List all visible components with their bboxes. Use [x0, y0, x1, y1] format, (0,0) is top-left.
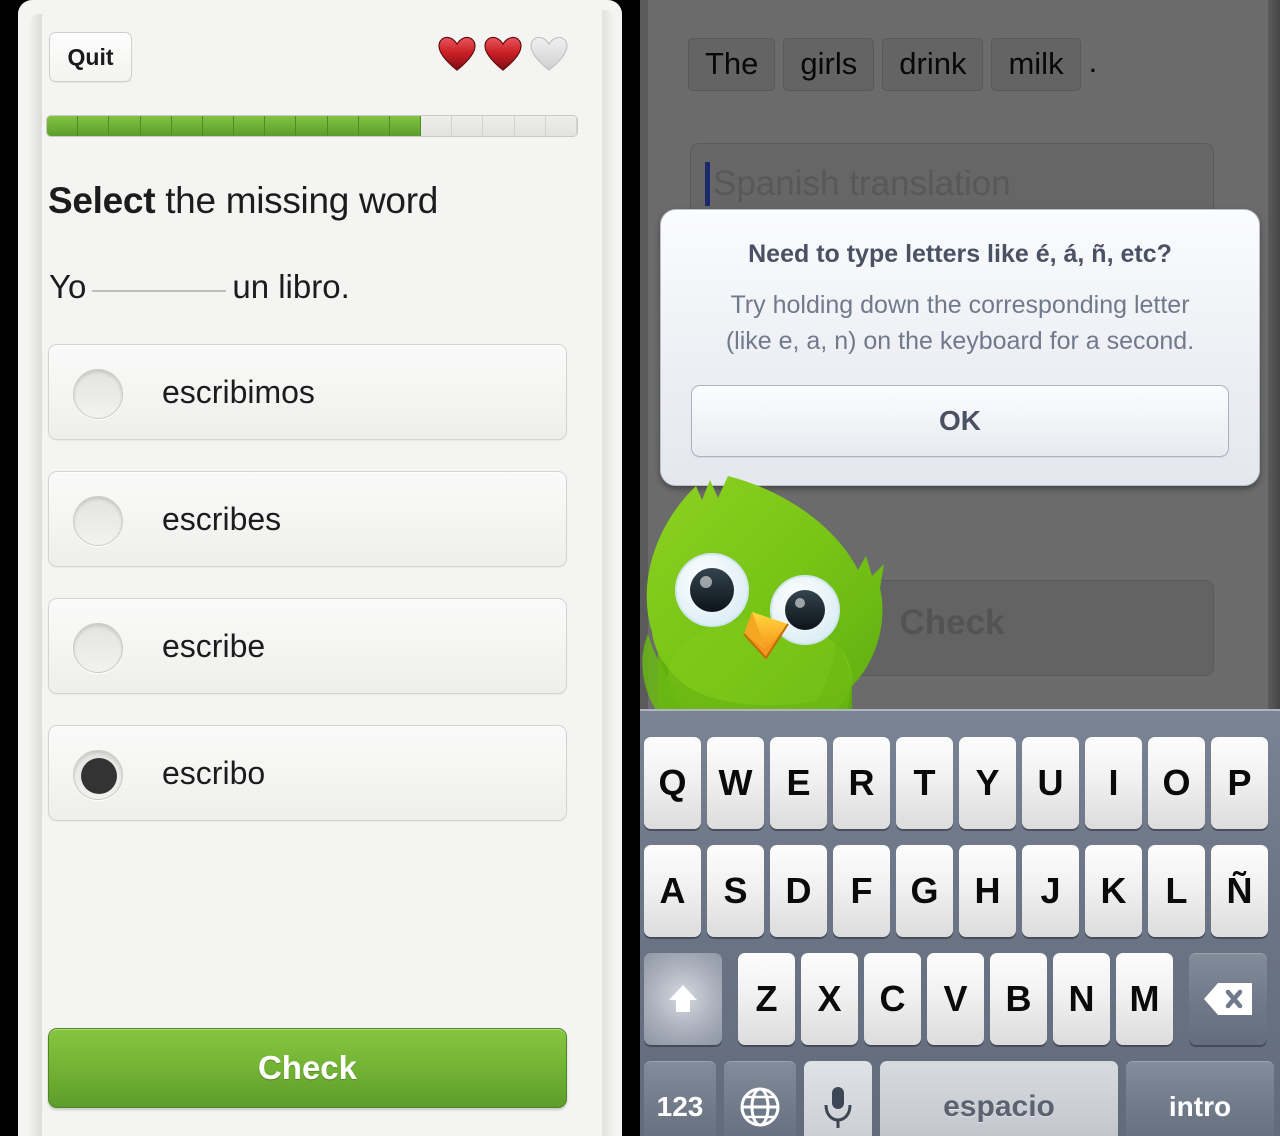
popup-bubble: Need to type letters like é, á, ñ, etc? … — [660, 209, 1260, 486]
answer-option-label: escribo — [162, 755, 266, 791]
right-translation-panel: The girls drink milk. Spanish translation C… — [640, 0, 1280, 1136]
answer-option[interactable]: escribo — [48, 725, 567, 821]
prompt-bold-word: Select — [48, 180, 156, 221]
progress-segment — [47, 116, 79, 136]
answer-options-list: escribimos escribes escribe escribo — [48, 344, 567, 852]
progress-segment — [78, 116, 110, 136]
key-O[interactable]: O — [1148, 737, 1205, 829]
left-exercise-panel: Quit Select the missing word Yo un libro… — [0, 0, 640, 1136]
exercise-card: Quit Select the missing word Yo un libro… — [18, 0, 622, 1136]
accent-help-popup: Need to type letters like é, á, ñ, etc? … — [660, 209, 1260, 486]
key-X[interactable]: X — [801, 953, 858, 1045]
keyboard-row-3: ZXCVBNM — [644, 953, 1267, 1045]
blank-underline — [92, 268, 227, 292]
progress-segment — [389, 116, 422, 136]
radio-button[interactable] — [73, 623, 123, 673]
answer-option-label: escribes — [162, 501, 282, 537]
key-Ñ[interactable]: Ñ — [1211, 845, 1268, 937]
progress-segment — [202, 116, 235, 136]
fill-in-sentence: Yo un libro. — [49, 268, 350, 306]
progress-segment — [296, 116, 328, 136]
answer-option-label: escribe — [162, 628, 266, 664]
progress-segment — [265, 116, 297, 136]
keyboard-row-1: QWERTYUIOP — [644, 737, 1274, 829]
popup-ok-button[interactable]: OK — [691, 385, 1229, 457]
globe-icon[interactable] — [724, 1061, 796, 1136]
progress-segment — [140, 116, 172, 136]
progress-segment — [514, 116, 546, 136]
radio-button[interactable] — [73, 369, 123, 419]
heart-icon-filled — [438, 36, 476, 71]
keyboard-row-2: ASDFGHJKLÑ — [644, 845, 1274, 937]
key-W[interactable]: W — [707, 737, 764, 829]
answer-option-label: escribimos — [162, 374, 315, 410]
popup-title: Need to type letters like é, á, ñ, etc? — [748, 240, 1172, 268]
duolingo-owl-mascot — [642, 476, 884, 712]
key-T[interactable]: T — [896, 737, 953, 829]
sentence-after-blank: un libro. — [232, 268, 350, 305]
key-Y[interactable]: Y — [959, 737, 1016, 829]
key-G[interactable]: G — [896, 845, 953, 937]
progress-segment — [421, 116, 453, 136]
key-K[interactable]: K — [1085, 845, 1142, 937]
key-P[interactable]: P — [1211, 737, 1268, 829]
shift-arrow-icon[interactable] — [644, 953, 722, 1045]
numeric-keyboard-button[interactable]: 123 — [644, 1061, 716, 1136]
check-button[interactable]: Check — [48, 1028, 567, 1108]
popup-body-line2: (like e, a, n) on the keyboard for a sec… — [725, 327, 1195, 355]
key-M[interactable]: M — [1116, 953, 1173, 1045]
key-J[interactable]: J — [1022, 845, 1079, 937]
key-C[interactable]: C — [864, 953, 921, 1045]
answer-option[interactable]: escribimos — [48, 344, 567, 440]
popup-body: Try holding down the corresponding lette… — [691, 287, 1229, 359]
key-D[interactable]: D — [770, 845, 827, 937]
heart-icon-filled — [484, 36, 522, 71]
keyboard-top-divider — [640, 709, 1280, 711]
key-S[interactable]: S — [707, 845, 764, 937]
key-H[interactable]: H — [959, 845, 1016, 937]
key-F[interactable]: F — [833, 845, 890, 937]
quit-button[interactable]: Quit — [49, 32, 132, 82]
card-right-edge — [602, 10, 616, 1136]
hearts-indicator — [438, 36, 568, 72]
key-E[interactable]: E — [770, 737, 827, 829]
popup-body-line1: Try holding down the corresponding lette… — [730, 291, 1190, 319]
enter-key[interactable]: intro — [1126, 1061, 1274, 1136]
progress-segment — [358, 116, 390, 136]
radio-button[interactable] — [73, 496, 123, 546]
key-Z[interactable]: Z — [738, 953, 795, 1045]
progress-segment — [109, 116, 141, 136]
microphone-icon[interactable] — [804, 1061, 872, 1136]
app-screenshot: Quit Select the missing word Yo un libro… — [0, 0, 1280, 1136]
radio-dot — [81, 758, 117, 794]
key-B[interactable]: B — [990, 953, 1047, 1045]
answer-option[interactable]: escribe — [48, 598, 567, 694]
keyboard-row-4: 123 espacio intro — [644, 1061, 1274, 1136]
key-I[interactable]: I — [1085, 737, 1142, 829]
radio-button[interactable] — [73, 750, 123, 800]
answer-option[interactable]: escribes — [48, 471, 567, 567]
key-V[interactable]: V — [927, 953, 984, 1045]
key-Q[interactable]: Q — [644, 737, 701, 829]
progress-segment — [483, 116, 515, 136]
sentence-before-blank: Yo — [49, 268, 87, 305]
card-left-edge — [28, 14, 42, 1136]
key-A[interactable]: A — [644, 845, 701, 937]
prompt-rest: the missing word — [155, 180, 439, 221]
exercise-prompt: Select the missing word — [48, 180, 438, 222]
space-key[interactable]: espacio — [880, 1061, 1118, 1136]
progress-segment — [545, 116, 577, 136]
key-R[interactable]: R — [833, 737, 890, 829]
key-U[interactable]: U — [1022, 737, 1079, 829]
backspace-icon[interactable] — [1189, 953, 1267, 1045]
progress-segment — [171, 116, 203, 136]
key-L[interactable]: L — [1148, 845, 1205, 937]
key-N[interactable]: N — [1053, 953, 1110, 1045]
heart-icon-empty — [530, 36, 568, 71]
lesson-progress-bar — [46, 115, 578, 137]
progress-segment — [234, 116, 266, 136]
progress-segment — [327, 116, 359, 136]
on-screen-keyboard: QWERTYUIOP ASDFGHJKLÑ ZXCVBNM 123 espacio… — [640, 709, 1280, 1136]
progress-segment — [452, 116, 484, 136]
